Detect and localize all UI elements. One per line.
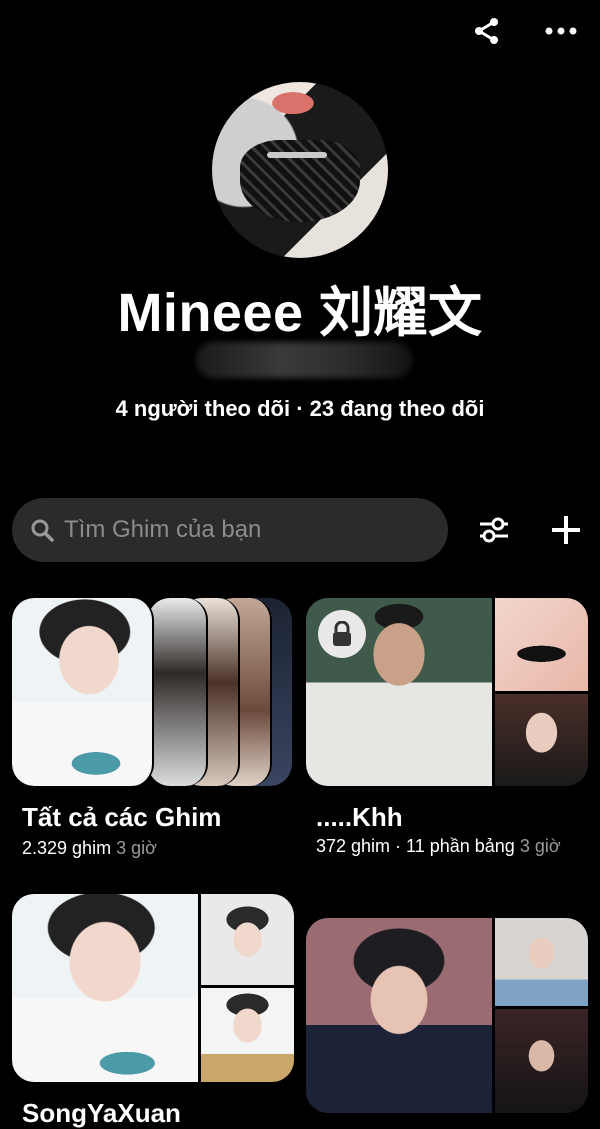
board-thumbnail bbox=[148, 598, 208, 786]
board-untitled[interactable] bbox=[306, 918, 588, 1113]
board-pin-count: 2.329 ghim bbox=[22, 838, 112, 858]
share-icon[interactable] bbox=[470, 14, 504, 48]
board-thumbnail bbox=[201, 988, 294, 1082]
redacted-username bbox=[196, 342, 412, 378]
followers-count[interactable]: 4 người theo dõi bbox=[116, 396, 291, 421]
board-meta: 372 ghim · 11 phần bảng 3 giờ bbox=[316, 834, 576, 858]
board-thumbnail bbox=[12, 598, 154, 786]
top-bar bbox=[470, 14, 578, 48]
board-khh[interactable]: .....Khh 372 ghim · 11 phần bảng 3 giờ bbox=[306, 598, 588, 888]
board-title: Tất cả các Ghim bbox=[22, 802, 222, 832]
board-thumbnail bbox=[495, 598, 588, 691]
board-updated-time: 3 giờ bbox=[519, 836, 561, 856]
following-count[interactable]: 23 đang theo dõi bbox=[310, 396, 485, 421]
board-thumbnail bbox=[201, 894, 294, 985]
profile-stats: 4 người theo dõi · 23 đang theo dõi bbox=[0, 396, 600, 422]
board-cover bbox=[12, 894, 294, 1082]
add-icon[interactable] bbox=[546, 510, 586, 550]
avatar-image-detail bbox=[267, 152, 327, 158]
board-thumbnail bbox=[12, 894, 198, 1082]
board-cover bbox=[306, 918, 588, 1113]
profile-avatar[interactable] bbox=[212, 82, 388, 258]
board-title: SongYaXuan bbox=[22, 1098, 181, 1128]
profile-name: Mineee 刘耀文 bbox=[117, 283, 483, 343]
board-cover-stack bbox=[12, 598, 292, 786]
search-input[interactable]: Tìm Ghim của bạn bbox=[64, 516, 261, 544]
board-all-pins[interactable]: Tất cả các Ghim 2.329 ghim 3 giờ bbox=[12, 598, 292, 888]
board-thumbnail bbox=[495, 918, 588, 1006]
stats-separator: · bbox=[290, 396, 310, 421]
board-thumbnail bbox=[306, 918, 492, 1113]
board-songyaxuan[interactable]: SongYaXuan bbox=[12, 894, 294, 1128]
board-title: .....Khh bbox=[316, 802, 403, 832]
board-cover bbox=[306, 598, 588, 786]
board-thumbnail bbox=[495, 694, 588, 786]
board-updated-time: 3 giờ bbox=[116, 838, 157, 858]
more-horizontal-icon[interactable] bbox=[544, 14, 578, 48]
filter-icon[interactable] bbox=[474, 510, 514, 550]
board-meta: 2.329 ghim 3 giờ bbox=[22, 836, 157, 860]
search-icon bbox=[31, 519, 54, 542]
search-tools bbox=[474, 510, 586, 550]
board-pin-count: 372 ghim · 11 phần bảng bbox=[316, 836, 515, 856]
search-bar[interactable]: Tìm Ghim của bạn bbox=[12, 498, 448, 562]
board-thumbnail bbox=[495, 1009, 588, 1113]
lock-icon bbox=[318, 610, 366, 658]
